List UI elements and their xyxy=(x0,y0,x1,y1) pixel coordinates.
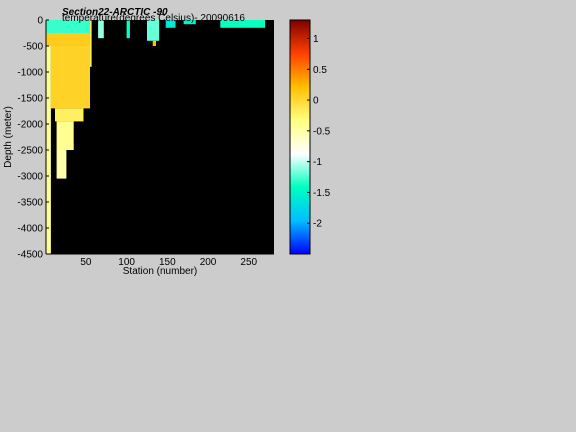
heatmap-cell xyxy=(56,121,74,150)
y-tick-label: -2000 xyxy=(17,120,43,131)
colorbar-ticks: 1 0.5 0 -0.5 -1 -1.5 -2 xyxy=(307,34,331,230)
x-tick-label: 200 xyxy=(200,257,217,268)
colorbar-ramp xyxy=(289,19,311,255)
colorbar-tick-label: 0 xyxy=(313,96,319,107)
heatmap-cell xyxy=(50,46,90,109)
colorbar-tick-label: 0.5 xyxy=(313,65,327,76)
y-tick-label: 0 xyxy=(37,16,43,27)
heatmap-cell xyxy=(55,108,84,122)
y-axis-label: Depth (meter) xyxy=(3,106,14,168)
heatmap-cell xyxy=(56,150,67,179)
y-tick-label: -1000 xyxy=(17,68,43,79)
x-tick-label: 50 xyxy=(80,257,92,268)
chart-title: Section22-ARCTIC -90 temperature(degrees… xyxy=(62,7,245,24)
x-axis-label: Station (number) xyxy=(123,266,197,277)
y-tick-label: -1500 xyxy=(17,94,43,105)
figure: 50 100 150 200 2500-500-1000-1500-2000-2500-… xyxy=(3,7,331,277)
colorbar-tick-label: -1 xyxy=(313,157,322,168)
colorbar: 1 0.5 0 -0.5 -1 -1.5 -2 xyxy=(289,19,331,255)
colorbar-tick-label: 1 xyxy=(313,34,319,45)
heatmap-cell xyxy=(90,20,92,67)
y-tick-label: -2500 xyxy=(17,146,43,157)
title-line-2: temperature(degrees Celsius)- 20090616 xyxy=(62,13,245,24)
heatmap-plot: 50 100 150 200 2500-500-1000-1500-2000-2500-… xyxy=(17,16,274,268)
heatmap-cell xyxy=(152,40,156,46)
colorbar-tick-label: -2 xyxy=(313,219,322,230)
y-tick-label: -500 xyxy=(23,42,43,53)
colorbar-tick-label: -0.5 xyxy=(313,126,331,137)
y-tick-label: -4000 xyxy=(17,224,43,235)
y-tick-label: -3500 xyxy=(17,198,43,209)
y-tick-label: -3000 xyxy=(17,172,43,183)
y-tick-label: -4500 xyxy=(17,250,43,261)
heatmap-cell xyxy=(46,33,90,46)
x-tick-label: 250 xyxy=(240,257,257,268)
colorbar-tick-label: -1.5 xyxy=(313,188,331,199)
